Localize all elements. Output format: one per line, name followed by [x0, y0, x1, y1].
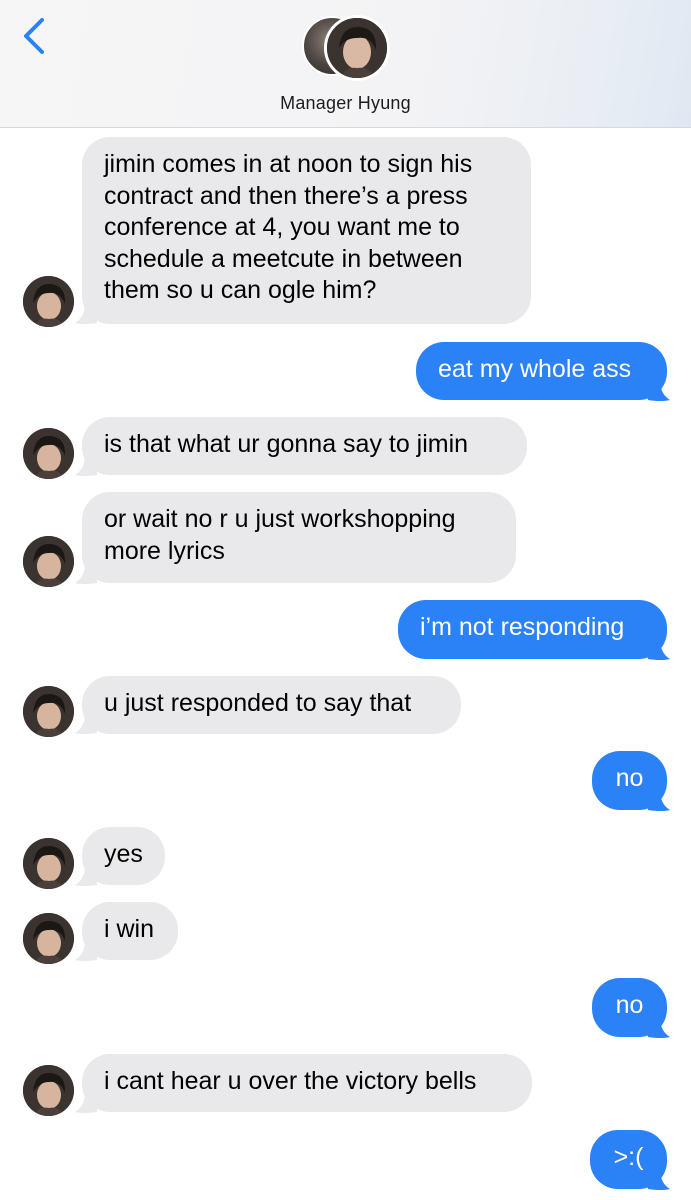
contact-avatar-group[interactable] — [302, 15, 392, 83]
back-button[interactable] — [14, 14, 54, 58]
message-bubble-outgoing[interactable]: >:( — [590, 1130, 667, 1189]
message-bubble-incoming[interactable]: i win — [82, 902, 178, 960]
avatar — [324, 15, 390, 81]
message-bubble-incoming[interactable]: u just responded to say that — [82, 676, 461, 734]
message-bubble-incoming[interactable]: is that what ur gonna say to jimin — [82, 417, 527, 475]
message-bubble-incoming[interactable]: or wait no r u just workshopping more ly… — [82, 492, 516, 583]
conversation-header: Manager Hyung — [0, 0, 691, 128]
message-bubble-outgoing[interactable]: no — [592, 978, 667, 1037]
messages-screen: Manager Hyung jimin comes in at noon to … — [0, 0, 691, 1200]
sender-avatar — [23, 913, 74, 964]
message-bubble-incoming[interactable]: jimin comes in at noon to sign his contr… — [82, 137, 531, 324]
message-bubble-outgoing[interactable]: i’m not responding — [398, 600, 667, 659]
message-bubble-outgoing[interactable]: eat my whole ass — [416, 342, 667, 400]
sender-avatar — [23, 428, 74, 479]
contact-name[interactable]: Manager Hyung — [0, 93, 691, 114]
message-bubble-incoming[interactable]: i cant hear u over the victory bells — [82, 1054, 532, 1112]
sender-avatar — [23, 276, 74, 327]
chevron-left-icon — [24, 18, 44, 54]
sender-avatar — [23, 536, 74, 587]
sender-avatar — [23, 838, 74, 889]
sender-avatar — [23, 1065, 74, 1116]
message-bubble-incoming[interactable]: yes — [82, 827, 165, 885]
sender-avatar — [23, 686, 74, 737]
message-bubble-outgoing[interactable]: no — [592, 751, 667, 810]
